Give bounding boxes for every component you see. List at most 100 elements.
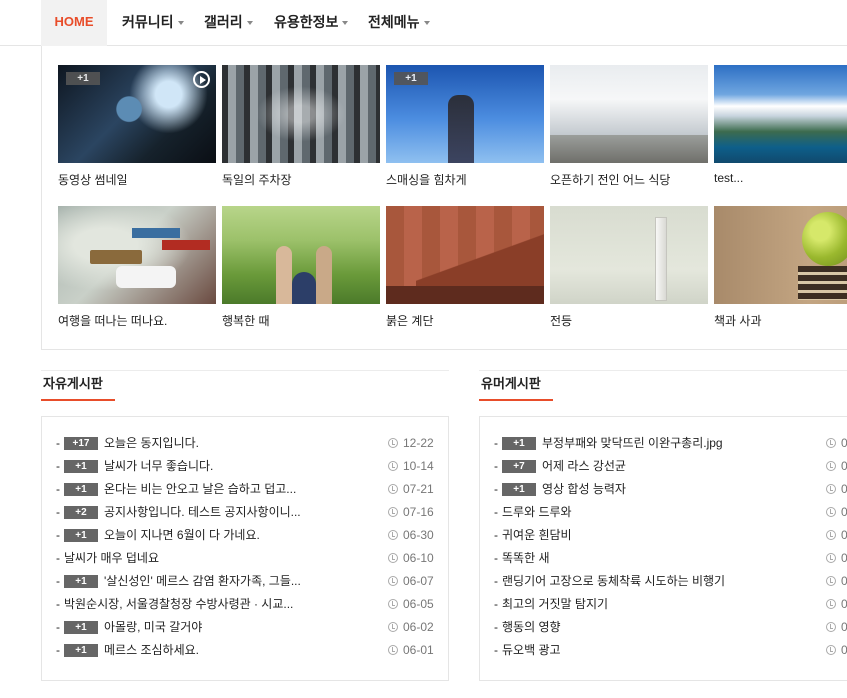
post-title[interactable]: 드루와 드루와 — [502, 501, 572, 524]
comment-count-badge: +1 — [64, 644, 98, 657]
clock-icon — [388, 438, 398, 448]
post-date: 12-22 — [388, 432, 434, 455]
post-title[interactable]: 오늘은 동지입니다. — [104, 432, 199, 455]
post-title[interactable]: 날씨가 너무 좋습니다. — [104, 455, 213, 478]
post-row[interactable]: - 날씨가 매우 덥네요 — [56, 547, 159, 570]
post-date: 10-14 — [388, 455, 434, 478]
post-title[interactable]: 박원순시장, 서울경찰청장 수방사령관 · 시교... — [64, 593, 293, 616]
gallery-thumbnail[interactable]: +1 — [386, 65, 544, 163]
gallery-thumbnail[interactable]: +1 — [58, 65, 216, 163]
post-row[interactable]: - +1 부정부패와 맞닥뜨린 이완구총리.jpg — [494, 432, 723, 455]
post-row[interactable]: - 행동의 영향 — [494, 616, 561, 639]
post-title[interactable]: 부정부패와 맞닥뜨린 이완구총리.jpg — [542, 432, 723, 455]
comment-count-badge: +1 — [64, 483, 98, 496]
post-row[interactable]: - +1 날씨가 너무 좋습니다. — [56, 455, 213, 478]
gallery-caption[interactable]: 전등 — [550, 312, 708, 329]
post-title[interactable]: 날씨가 매우 덥네요 — [64, 547, 159, 570]
post-row[interactable]: - +2 공지사항입니다. 테스트 공지사항이니... — [56, 501, 301, 524]
gallery-item[interactable]: +1 스매싱을 힘차게 — [386, 65, 544, 188]
post-date: 06-30 — [388, 524, 434, 547]
humor-board-title[interactable]: 유머게시판 — [479, 370, 553, 401]
clock-icon — [388, 553, 398, 563]
gallery-caption[interactable]: 오픈하기 전인 어느 식당 — [550, 171, 708, 188]
post-title[interactable]: 최고의 거짓말 탐지기 — [502, 593, 608, 616]
gallery-thumbnail[interactable] — [714, 65, 847, 163]
post-title[interactable]: 메르스 조심하세요. — [104, 639, 199, 662]
post-row[interactable]: - 듀오백 광고 — [494, 639, 561, 662]
gallery-caption[interactable]: 동영상 썸네일 — [58, 171, 216, 188]
post-title[interactable]: 똑똑한 새 — [502, 547, 550, 570]
post-row[interactable]: - +7 어제 라스 강선균 — [494, 455, 626, 478]
gallery-thumbnail[interactable] — [550, 206, 708, 304]
post-row[interactable]: - +1 온다는 비는 안오고 날은 습하고 덥고... — [56, 478, 296, 501]
gallery-caption[interactable]: 스매싱을 힘차게 — [386, 171, 544, 188]
post-title[interactable]: 오늘이 지나면 6월이 다 가네요. — [104, 524, 260, 547]
gallery-caption[interactable]: 책과 사과 — [714, 312, 847, 329]
post-title[interactable]: 영상 합성 능력자 — [542, 478, 626, 501]
gallery-item[interactable]: +1 동영상 썸네일 — [58, 65, 216, 188]
gallery-caption[interactable]: test... — [714, 171, 847, 185]
post-row[interactable]: - 똑똑한 새 — [494, 547, 550, 570]
gallery-item[interactable]: 책과 사과 — [714, 206, 847, 329]
post-row[interactable]: - +1 '살신성인' 메르스 감염 환자가족, 그들... — [56, 570, 301, 593]
gallery-thumbnail[interactable] — [58, 206, 216, 304]
gallery-caption[interactable]: 여행을 떠나는 떠나요. — [58, 312, 216, 329]
gallery-caption[interactable]: 행복한 때 — [222, 312, 380, 329]
post-date: 0 — [826, 593, 847, 616]
comment-count-badge: +1 — [394, 72, 428, 85]
post-row[interactable]: - +17 오늘은 동지입니다. — [56, 432, 199, 455]
post-row[interactable]: - 최고의 거짓말 탐지기 — [494, 593, 608, 616]
nav-gallery-label: 갤러리 — [204, 14, 243, 30]
nav-gallery[interactable]: 갤러리 — [204, 0, 253, 46]
post-title[interactable]: 랜딩기어 고장으로 동체착륙 시도하는 비행기 — [502, 570, 725, 593]
humor-board-list: -+1부정부패와 맞닥뜨린 이완구총리.jpg 0 -+7어제 라스 강선균 0… — [479, 416, 847, 681]
gallery-thumbnail[interactable] — [714, 206, 847, 304]
post-title[interactable]: 공지사항입니다. 테스트 공지사항이니... — [104, 501, 301, 524]
post-row[interactable]: - +1 오늘이 지나면 6월이 다 가네요. — [56, 524, 260, 547]
post-row[interactable]: - +1 메르스 조심하세요. — [56, 639, 199, 662]
post-title[interactable]: 아몰랑, 미국 갈거야 — [104, 616, 202, 639]
comment-count-badge: +7 — [502, 460, 536, 473]
comment-count-badge: +1 — [64, 460, 98, 473]
gallery-item[interactable]: 독일의 주차장 — [222, 65, 380, 188]
gallery-thumbnail[interactable] — [550, 65, 708, 163]
clock-icon — [826, 438, 836, 448]
gallery-item[interactable]: 전등 — [550, 206, 708, 329]
clock-icon — [388, 530, 398, 540]
clock-icon — [388, 576, 398, 586]
gallery-grid: +1 동영상 썸네일 독일의 주차장 +1 스매싱을 힘차게 오픈하기 전인 어… — [41, 46, 847, 350]
post-row[interactable]: - 귀여운 흰담비 — [494, 524, 572, 547]
clock-icon — [826, 576, 836, 586]
gallery-caption[interactable]: 붉은 계단 — [386, 312, 544, 329]
clock-icon — [388, 622, 398, 632]
post-title[interactable]: 어제 라스 강선균 — [542, 455, 626, 478]
post-date: 0 — [826, 570, 847, 593]
post-row[interactable]: - 드루와 드루와 — [494, 501, 572, 524]
post-title[interactable]: 귀여운 흰담비 — [502, 524, 572, 547]
post-row[interactable]: - +1 아몰랑, 미국 갈거야 — [56, 616, 202, 639]
gallery-thumbnail[interactable] — [222, 206, 380, 304]
gallery-thumbnail[interactable] — [386, 206, 544, 304]
gallery-caption[interactable]: 독일의 주차장 — [222, 171, 380, 188]
nav-community[interactable]: 커뮤니티 — [122, 0, 184, 46]
comment-count-badge: +2 — [64, 506, 98, 519]
post-title[interactable]: '살신성인' 메르스 감염 환자가족, 그들... — [104, 570, 301, 593]
gallery-item[interactable]: test... — [714, 65, 847, 185]
post-row[interactable]: - 박원순시장, 서울경찰청장 수방사령관 · 시교... — [56, 593, 293, 616]
nav-useful-info[interactable]: 유용한정보 — [274, 0, 349, 46]
post-title[interactable]: 듀오백 광고 — [502, 639, 561, 662]
post-title[interactable]: 행동의 영향 — [502, 616, 561, 639]
free-board-title[interactable]: 자유게시판 — [41, 370, 115, 401]
gallery-thumbnail[interactable] — [222, 65, 380, 163]
nav-home[interactable]: HOME — [41, 0, 107, 46]
gallery-item[interactable]: 붉은 계단 — [386, 206, 544, 329]
nav-all-menu[interactable]: 전체메뉴 — [368, 0, 430, 46]
comment-count-badge: +1 — [66, 72, 100, 85]
gallery-item[interactable]: 여행을 떠나는 떠나요. — [58, 206, 216, 329]
gallery-item[interactable]: 행복한 때 — [222, 206, 380, 329]
post-date: 0 — [826, 455, 847, 478]
post-row[interactable]: - +1 영상 합성 능력자 — [494, 478, 626, 501]
gallery-item[interactable]: 오픈하기 전인 어느 식당 — [550, 65, 708, 188]
post-title[interactable]: 온다는 비는 안오고 날은 습하고 덥고... — [104, 478, 296, 501]
post-row[interactable]: - 랜딩기어 고장으로 동체착륙 시도하는 비행기 — [494, 570, 725, 593]
